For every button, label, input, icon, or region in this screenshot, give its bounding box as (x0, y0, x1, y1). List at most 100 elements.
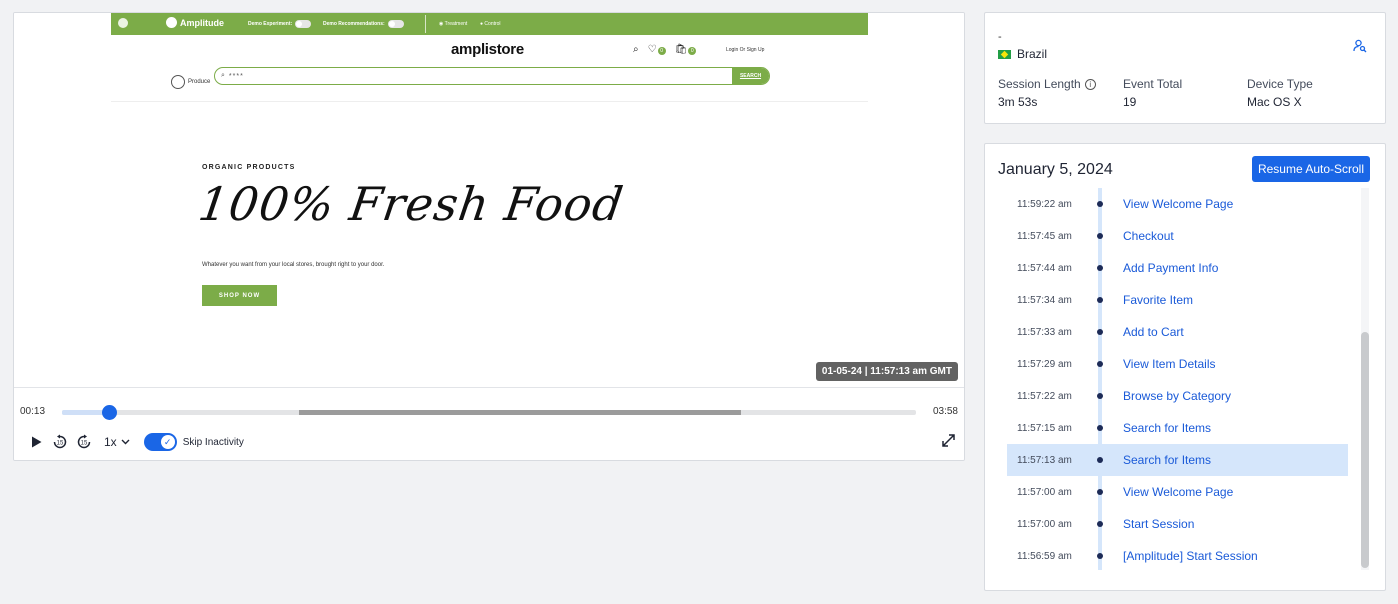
stat-device-type: Device Type Mac OS X (1247, 77, 1313, 109)
replayed-site: Amplitude Demo Experiment: Demo Recommen… (111, 13, 868, 387)
cart-icon: 🛍︎ 0 (675, 44, 697, 55)
replay-timestamp: 01-05-24 | 11:57:13 am GMT (815, 362, 958, 381)
event-row[interactable]: 11:57:22 am Browse by Category (1007, 380, 1348, 412)
treatment-option: ◉ Treatment (439, 21, 468, 27)
demo-recommendations-toggle: Demo Recommendations: (323, 20, 404, 28)
event-time: 11:57:00 am (1017, 518, 1072, 530)
timeline-dot-icon (1097, 233, 1103, 239)
info-icon[interactable]: i (1084, 78, 1096, 90)
event-row[interactable]: 11:57:15 am Search for Items (1007, 412, 1348, 444)
site-search-button: SEARCH (732, 68, 769, 84)
timeline-dot-icon (1097, 425, 1103, 431)
user-profile-button[interactable] (1353, 39, 1367, 53)
event-name-link[interactable]: View Welcome Page (1123, 485, 1233, 499)
site-brand: amplistore (451, 41, 524, 58)
divider (111, 101, 868, 102)
rewind-15-icon: 15 (53, 434, 67, 449)
event-name-link[interactable]: Browse by Category (1123, 389, 1231, 403)
brazil-flag-icon (998, 49, 1011, 59)
timeline-dot-icon (1097, 297, 1103, 303)
divider (425, 15, 426, 33)
stat-session-length: Session Length i 3m 53s (998, 77, 1096, 109)
event-name-link[interactable]: Favorite Item (1123, 293, 1193, 307)
progress-knob[interactable] (101, 405, 117, 420)
event-time: 11:57:44 am (1017, 262, 1072, 274)
event-time: 11:57:00 am (1017, 486, 1072, 498)
stat-event-total: Event Total 19 (1123, 77, 1183, 109)
timeline-dot-icon (1097, 393, 1103, 399)
site-header-icons: ⌕ ♡ 0 🛍︎ 0 (633, 44, 697, 55)
toggle-icon (295, 20, 312, 28)
play-icon (31, 436, 41, 448)
event-name-link[interactable]: Add to Cart (1123, 325, 1184, 339)
skip-inactivity-label: Skip Inactivity (182, 436, 244, 448)
scrollbar-thumb[interactable] (1361, 332, 1369, 568)
event-time: 11:57:13 am (1017, 454, 1072, 466)
demo-experiment-toggle: Demo Experiment: (248, 20, 312, 28)
timeline-dot-icon (1097, 457, 1103, 463)
svg-text:15: 15 (57, 441, 64, 447)
event-time: 11:57:33 am (1017, 326, 1072, 338)
event-time: 11:59:22 am (1017, 198, 1072, 210)
site-search-value: **** (228, 72, 244, 80)
amplitude-logo-icon (166, 17, 177, 28)
event-name-link[interactable]: View Item Details (1123, 357, 1215, 371)
replay-viewport: Amplitude Demo Experiment: Demo Recommen… (14, 13, 964, 387)
timeline-dot-icon (1097, 265, 1103, 271)
event-name-link[interactable]: Start Session (1123, 517, 1194, 531)
event-row[interactable]: 11:57:33 am Add to Cart (1007, 316, 1348, 348)
play-button[interactable] (24, 431, 48, 453)
event-row[interactable]: 11:57:00 am Start Session (1007, 508, 1348, 540)
event-name-link[interactable]: [Amplitude] Start Session (1123, 549, 1258, 563)
event-list: 11:59:22 am View Welcome Page 11:57:45 am C… (1007, 188, 1348, 572)
menu-circle-icon (118, 18, 128, 28)
event-name-link[interactable]: Checkout (1123, 229, 1174, 243)
user-info-card: - Brazil Session Length i 3m 53s Event To… (984, 12, 1386, 124)
svg-text:15: 15 (81, 441, 88, 447)
forward-button[interactable]: 15 (72, 431, 96, 453)
event-row[interactable]: 11:57:45 am Checkout (1007, 220, 1348, 252)
event-name-link[interactable]: Add Payment Info (1123, 261, 1218, 275)
hero-title: 100% Fresh Food (195, 177, 628, 231)
event-name-link[interactable]: Search for Items (1123, 421, 1211, 435)
event-row[interactable]: 11:57:44 am Add Payment Info (1007, 252, 1348, 284)
progress-track[interactable] (62, 405, 916, 420)
event-time: 11:57:15 am (1017, 422, 1072, 434)
timeline-dot-icon (1097, 489, 1103, 495)
event-row[interactable]: 11:57:13 am Search for Items (1007, 444, 1348, 476)
event-row[interactable]: 11:56:59 am [Amplitude] Start Session (1007, 540, 1348, 572)
session-player: Amplitude Demo Experiment: Demo Recommen… (13, 12, 965, 461)
timeline-dot-icon (1097, 201, 1103, 207)
timeline-date: January 5, 2024 (998, 161, 1113, 178)
fullscreen-button[interactable] (940, 432, 956, 448)
search-icon: ⌕ (633, 44, 639, 55)
timeline-dot-icon (1097, 361, 1103, 367)
total-time: 03:58 (932, 406, 958, 417)
shop-now-button: SHOP NOW (202, 285, 277, 306)
user-search-icon (1353, 39, 1367, 53)
event-name-link[interactable]: Search for Items (1123, 453, 1211, 467)
speed-select[interactable]: 1x (104, 435, 130, 449)
event-row[interactable]: 11:57:34 am Favorite Item (1007, 284, 1348, 316)
event-time: 11:56:59 am (1017, 550, 1072, 562)
rewind-button[interactable]: 15 (48, 431, 72, 453)
forward-15-icon: 15 (77, 434, 91, 449)
amplitude-logo: Amplitude (166, 17, 224, 28)
event-name-link[interactable]: View Welcome Page (1123, 197, 1233, 211)
event-timeline-card: January 5, 2024 Resume Auto-Scroll 11:59… (984, 143, 1386, 591)
event-row[interactable]: 11:57:29 am View Item Details (1007, 348, 1348, 380)
resume-auto-scroll-button[interactable]: Resume Auto-Scroll (1252, 156, 1370, 182)
event-time: 11:57:34 am (1017, 294, 1072, 306)
activity-segment (299, 410, 741, 415)
skip-inactivity-toggle[interactable]: ✓ (143, 433, 177, 451)
user-location: Brazil (998, 47, 1047, 61)
event-row[interactable]: 11:57:00 am View Welcome Page (1007, 476, 1348, 508)
site-search-bar: ⌕ **** SEARCH (214, 67, 770, 85)
site-experiment-bar: Amplitude Demo Experiment: Demo Recommen… (111, 13, 868, 35)
produce-icon (171, 75, 185, 89)
user-name: - (998, 31, 1002, 43)
site-login-link: Login Or Sign Up (726, 47, 765, 53)
search-icon: ⌕ (221, 72, 225, 79)
event-row[interactable]: 11:59:22 am View Welcome Page (1007, 188, 1348, 220)
toggle-icon (387, 20, 404, 28)
